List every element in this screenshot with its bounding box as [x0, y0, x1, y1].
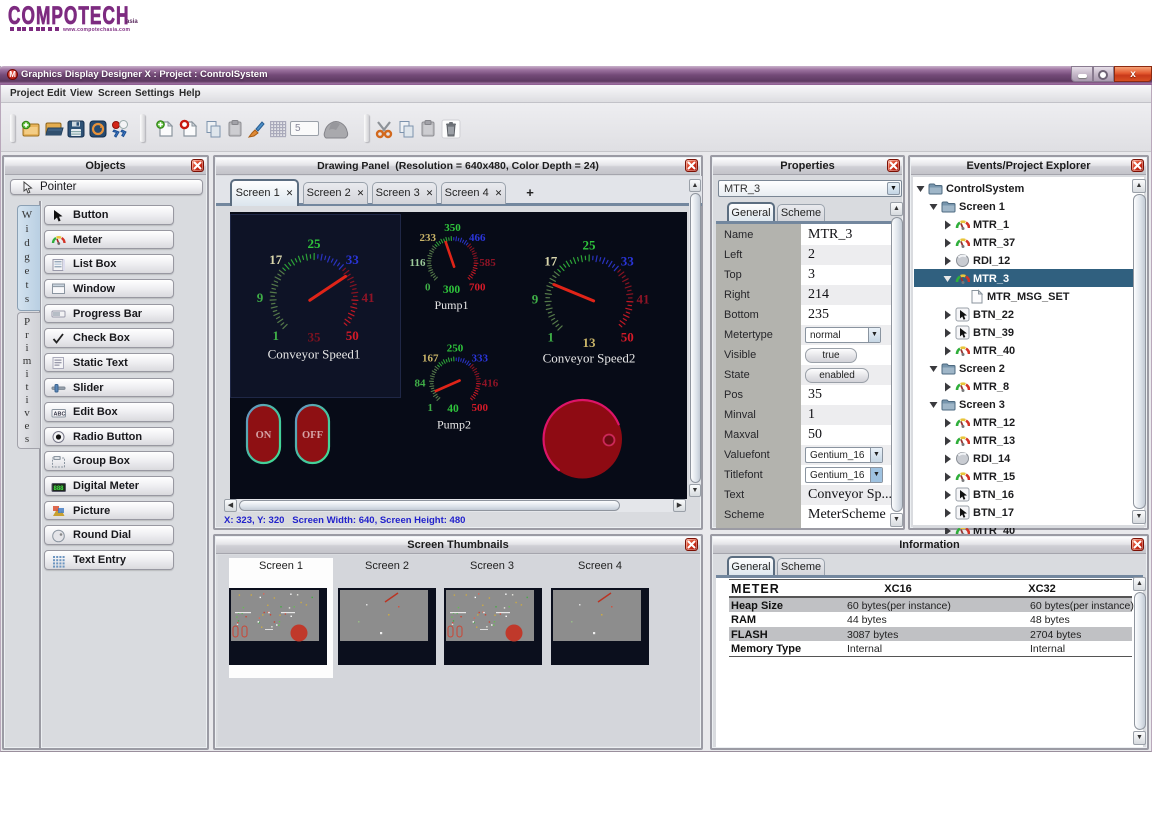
svg-text:41: 41 — [362, 290, 375, 305]
svg-text:84: 84 — [415, 377, 427, 389]
svg-text:9: 9 — [257, 290, 264, 305]
svg-text:416: 416 — [482, 377, 499, 389]
svg-text:25: 25 — [308, 236, 322, 251]
svg-text:Conveyor Speed2: Conveyor Speed2 — [543, 351, 636, 366]
svg-text:41: 41 — [637, 292, 650, 307]
svg-text:9: 9 — [532, 292, 539, 307]
svg-text:350: 350 — [444, 222, 461, 234]
svg-text:500: 500 — [471, 402, 488, 414]
svg-text:35: 35 — [308, 330, 322, 345]
svg-text:OFF: OFF — [302, 430, 323, 441]
svg-text:13: 13 — [583, 335, 597, 350]
svg-text:585: 585 — [479, 257, 496, 269]
svg-text:Pump2: Pump2 — [437, 418, 471, 432]
svg-text:Pump1: Pump1 — [434, 298, 468, 312]
svg-text:25: 25 — [583, 238, 597, 253]
svg-text:300: 300 — [443, 284, 461, 296]
svg-text:ON: ON — [256, 430, 272, 441]
svg-text:888: 888 — [54, 485, 65, 491]
svg-text:1: 1 — [273, 328, 280, 343]
svg-text:233: 233 — [420, 232, 437, 244]
svg-text:1: 1 — [428, 402, 434, 414]
svg-text:466: 466 — [469, 232, 486, 244]
svg-text:50: 50 — [621, 330, 634, 345]
svg-text:17: 17 — [269, 252, 283, 267]
svg-text:0: 0 — [425, 282, 431, 294]
svg-text:167: 167 — [422, 353, 439, 365]
svg-text:40: 40 — [447, 403, 459, 415]
svg-text:700: 700 — [469, 282, 486, 294]
svg-text:333: 333 — [471, 353, 488, 365]
svg-text:ABC: ABC — [54, 411, 66, 417]
svg-text:Conveyor Speed1: Conveyor Speed1 — [268, 347, 361, 362]
svg-text:50: 50 — [346, 328, 359, 343]
svg-text:33: 33 — [346, 252, 360, 267]
svg-text:250: 250 — [447, 342, 464, 354]
svg-text:17: 17 — [544, 253, 558, 268]
svg-text:33: 33 — [621, 253, 635, 268]
svg-text:116: 116 — [410, 257, 426, 269]
svg-text:1: 1 — [548, 330, 555, 345]
